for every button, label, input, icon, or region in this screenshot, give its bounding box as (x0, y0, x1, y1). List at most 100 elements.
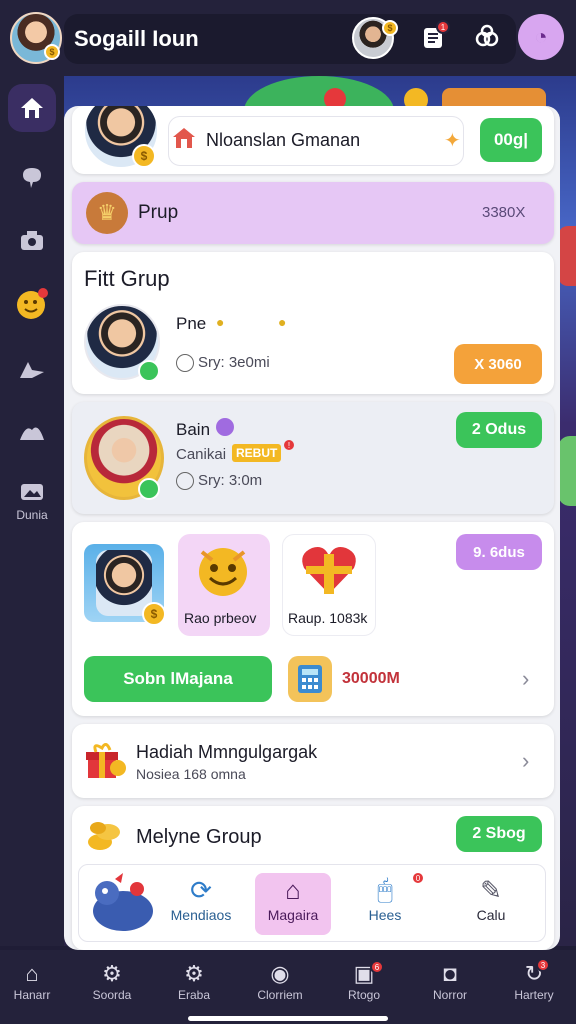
nav-label: Eraba (177, 988, 211, 1002)
gift-action-button[interactable]: Sobn lMajana (84, 656, 272, 702)
camera-icon: ◉ (270, 961, 290, 986)
heart-gift-icon (296, 540, 362, 600)
cart-icon: ▣ (353, 961, 375, 986)
dock-item-calu[interactable]: ✎ Calu (453, 873, 529, 924)
bg-decoration (558, 226, 576, 286)
rail-bird-icon[interactable] (8, 346, 56, 394)
coin-small-icon: ● (216, 314, 225, 330)
rail-label: Dunia (16, 508, 48, 522)
feature-dock: ⟳ Mendiaos ⌂ Magaira 🖱 Hees 0 ✎ Calu (78, 864, 546, 942)
member-name: Pne (176, 314, 207, 333)
nav-item-soorda[interactable]: ⚙ Soorda (80, 960, 144, 1002)
dock-label: Calu (476, 907, 506, 923)
gear-icon: ⚙ (184, 961, 204, 986)
top-card-button[interactable]: 00g| (480, 118, 542, 162)
profile-icon[interactable]: ◔ (518, 14, 564, 60)
clock-icon (176, 472, 194, 490)
bottom-navigation: ⌂ Hanarr ⚙ Soorda ⚙ Eraba ◉ Clorriem ▣ R… (0, 950, 576, 1024)
card-bain: Bain Canikai REBUT ! Sry: 3:0m 2 Odus (72, 402, 554, 514)
top-app-bar: $ Sogaill Ioun $ 1 ◔ (0, 0, 576, 76)
nav-label: Clorriem (257, 988, 303, 1002)
rail-chat-icon[interactable] (8, 154, 56, 202)
rail-emoji-icon[interactable] (8, 280, 56, 328)
dock-item-magaira[interactable]: ⌂ Magaira (255, 873, 331, 935)
home-indicator[interactable] (188, 1016, 388, 1021)
top-card-label: Nloanslan Gmanan (206, 130, 361, 150)
coin-badge-icon: $ (44, 44, 60, 60)
dock-label: Mendiaos (170, 907, 232, 923)
bg-decoration (558, 436, 576, 506)
house-icon (172, 126, 196, 150)
refresh-icon: ↻ (524, 961, 544, 986)
nav-item-clorriem[interactable]: ◉ Clorriem (248, 960, 312, 1002)
coin-badge-icon: $ (132, 144, 156, 168)
notification-dot: ! (282, 438, 296, 452)
pen-icon: ✎ (480, 874, 502, 905)
coins-icon (84, 816, 124, 856)
nav-item-eraba[interactable]: ⚙ Eraba (162, 960, 226, 1002)
hadiah-title: Hadiah Mmngulgargak (136, 742, 318, 762)
gift-item-1-label: Rao prbeov (184, 610, 257, 626)
gear-icon: ⚙ (102, 961, 122, 986)
calculator-icon (288, 656, 332, 702)
coin-badge-icon: $ (142, 602, 166, 626)
gift-box-icon (84, 738, 128, 782)
prup-value: 3380X (482, 204, 526, 221)
coin-badge-icon: $ (382, 20, 398, 36)
card-fitt-grup: Fitt Grup Pne ● ● Sry: 3e0mi X 3060 (72, 252, 554, 394)
refresh-icon: ⟳ (190, 874, 212, 905)
home-icon: ⌂ (25, 961, 39, 986)
member-status: Sry: 3:0m (198, 472, 263, 489)
smiley-gift-icon (192, 540, 254, 600)
nav-item-hanarr[interactable]: ⌂ Hanarr (0, 960, 64, 1002)
hadiah-sub: Nosiea 168 omna (136, 766, 246, 782)
melyne-action-button[interactable]: 2 Sbog (456, 816, 542, 852)
bain-action-button[interactable]: 2 Odus (456, 412, 542, 448)
member-sub: Canikai (176, 446, 227, 463)
verified-icon (216, 418, 234, 436)
gift-amount: 30000M (342, 670, 400, 687)
melyne-title: Melyne Group (136, 826, 262, 848)
member-name: Bain (176, 420, 211, 439)
gift-top-button[interactable]: 9. 6dus (456, 534, 542, 570)
fitt-action-button[interactable]: X 3060 (454, 344, 542, 384)
rail-camera-icon[interactable] (8, 216, 56, 264)
dock-label: Hees (368, 907, 402, 923)
card-prup[interactable]: ♛ Prup 3380X (72, 182, 554, 244)
chevron-right-icon[interactable]: › (522, 748, 529, 774)
nav-item-hartery[interactable]: ↻ Hartery (502, 960, 566, 1002)
member-status: Sry: 3e0mi (198, 354, 270, 371)
dock-item-mendiaos[interactable]: ⟳ Mendiaos (163, 873, 239, 924)
card-gifts: $ Rao prbeov Raup. 1083k 9. 6dus Sobn lM… (72, 522, 554, 716)
online-icon (138, 360, 160, 382)
chevron-right-icon[interactable]: › (522, 666, 529, 692)
nav-label: Hartery (514, 988, 554, 1002)
online-icon (138, 478, 160, 500)
prup-label: Prup (138, 202, 179, 223)
nav-label: Soorda (92, 988, 132, 1002)
left-rail: Dunia (0, 76, 64, 946)
crown-icon: ♛ (86, 192, 128, 234)
notification-dot: 6 (370, 960, 384, 974)
dock-label: Magaira (267, 907, 319, 923)
link-icon[interactable] (470, 20, 504, 54)
home-icon: ⌂ (285, 874, 301, 905)
nav-item-norror[interactable]: ◘ Norror (418, 960, 482, 1002)
nav-item-rtogo[interactable]: ▣ Rtogo (332, 960, 396, 1002)
nav-label: Norror (432, 988, 467, 1002)
app-title: Sogaill Ioun (74, 26, 199, 51)
camera-icon: ◘ (443, 961, 457, 986)
main-panel: Nloanslan Gmanan ✦ 00g| $ ♛ Prup 3380X F… (64, 106, 560, 950)
rail-home-icon[interactable] (8, 84, 56, 132)
notification-dot: 3 (536, 958, 550, 972)
rail-leaf-icon[interactable] (8, 408, 56, 456)
gift-item-2-label: Raup. 1083k (288, 610, 368, 626)
coin-small-icon: ● (278, 314, 287, 330)
card-hadiah[interactable]: Hadiah Mmngulgargak Nosiea 168 omna › (72, 724, 554, 798)
notification-dot: 1 (436, 20, 450, 34)
creature-icon[interactable] (85, 871, 157, 937)
nav-label: Rtogo (347, 988, 381, 1002)
status-badge: REBUT (232, 444, 282, 462)
card-title: Fitt Grup (84, 266, 170, 291)
nav-label: Hanarr (13, 988, 51, 1002)
